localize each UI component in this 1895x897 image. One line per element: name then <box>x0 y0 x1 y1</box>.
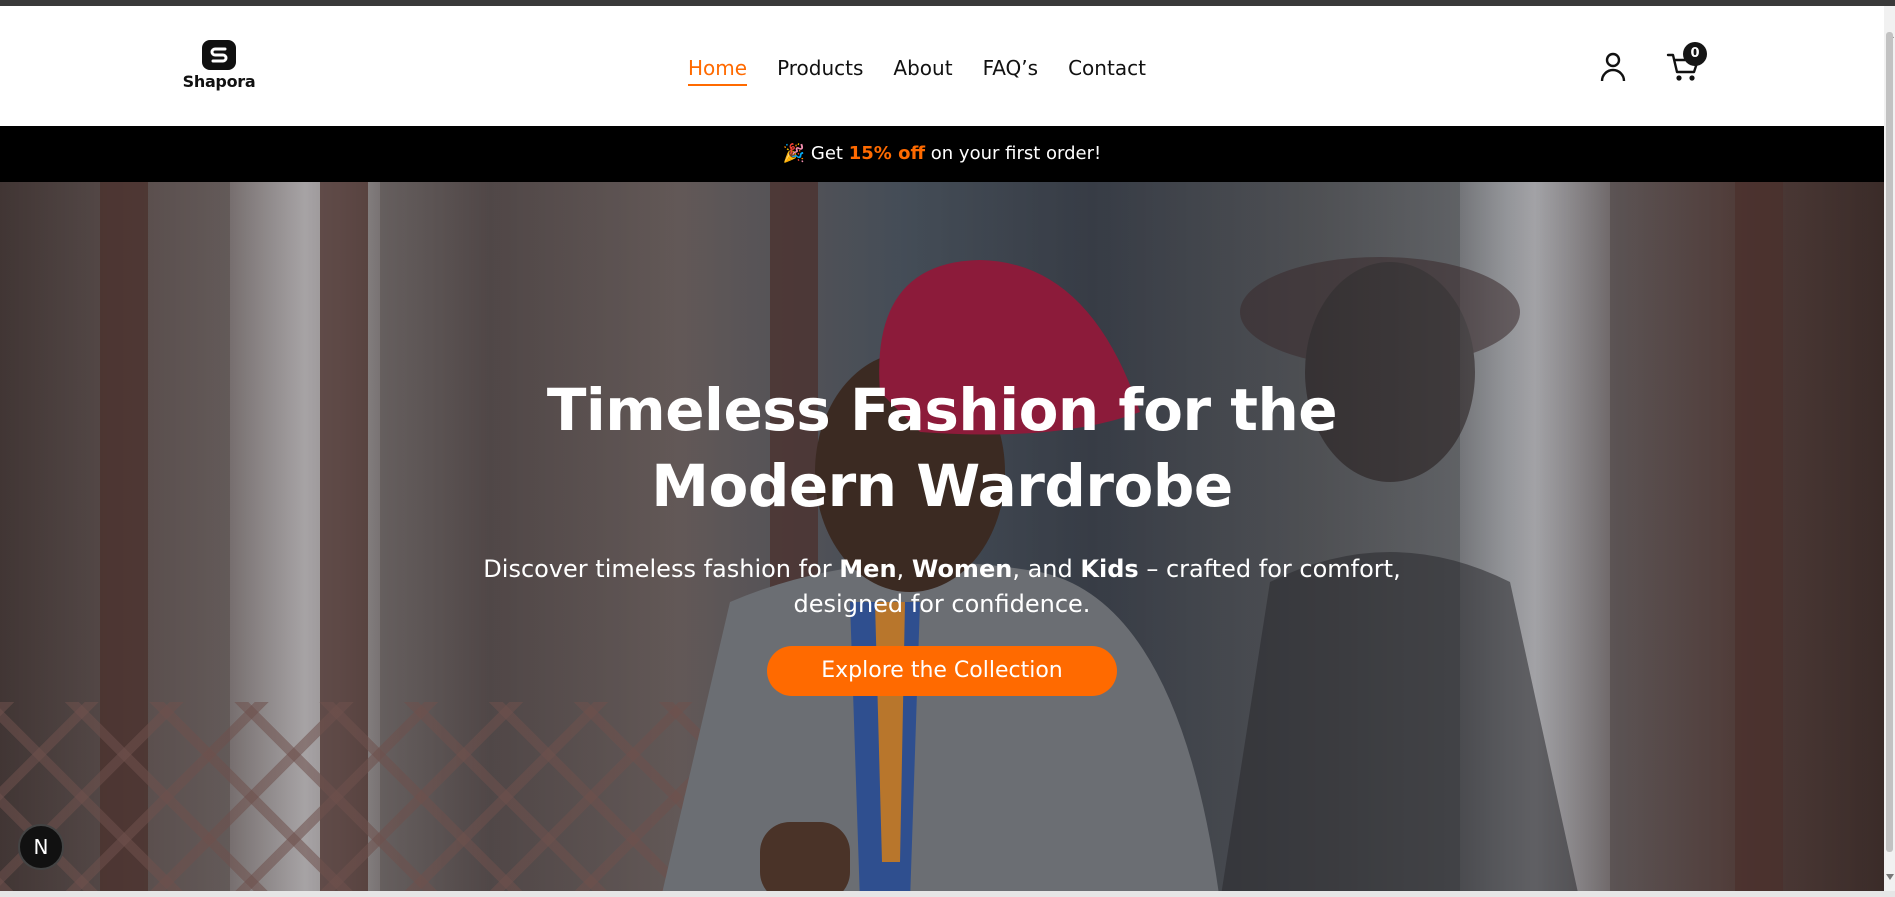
brand-name: Shapora <box>182 72 256 91</box>
cart-count-badge: 0 <box>1683 42 1707 66</box>
nav-item-contact[interactable]: Contact <box>1068 54 1146 88</box>
logo-mark-icon <box>202 40 236 70</box>
hero-sub-sep2: , and <box>1012 555 1073 583</box>
hero-sub-men: Men <box>839 555 897 583</box>
page-scrollbar[interactable] <box>1884 6 1895 891</box>
promo-prefix: Get <box>810 143 843 164</box>
dev-tools-badge[interactable]: N <box>18 824 64 870</box>
promo-highlight: 15% off <box>848 143 926 164</box>
hero-subtitle: Discover timeless fashion for Men, Women… <box>442 552 1442 622</box>
site-header: Shapora Home Products About FAQ’s Contac… <box>0 6 1884 126</box>
nav-item-faqs[interactable]: FAQ’s <box>983 54 1039 88</box>
user-icon <box>1600 52 1626 82</box>
explore-collection-button[interactable]: Explore the Collection <box>767 646 1117 696</box>
nav-item-products[interactable]: Products <box>777 54 863 88</box>
hero-title-line1: Timeless Fashion for the <box>546 376 1338 444</box>
account-button[interactable] <box>1598 50 1628 84</box>
promo-banner: 🎉 Get 15% off on your first order! <box>0 126 1884 182</box>
nav-item-about[interactable]: About <box>893 54 952 88</box>
hero-sub-women: Women <box>911 555 1013 583</box>
hero-content: Timeless Fashion for the Modern Wardrobe… <box>442 372 1442 696</box>
scroll-thumb[interactable] <box>1886 32 1893 852</box>
party-icon: 🎉 <box>782 143 806 164</box>
nav-item-home[interactable]: Home <box>688 54 748 88</box>
hero-bg-post <box>1735 182 1783 891</box>
hero-title-line2: Modern Wardrobe <box>651 452 1233 520</box>
browser-bottom-edge <box>0 891 1895 897</box>
page-viewport: Shapora Home Products About FAQ’s Contac… <box>0 6 1884 891</box>
hero-sub-kids: Kids <box>1080 555 1139 583</box>
promo-suffix: on your first order! <box>930 143 1102 164</box>
hero-sub-sep1: , <box>896 555 905 583</box>
main-nav: Home Products About FAQ’s Contact <box>688 54 1146 90</box>
hero-title: Timeless Fashion for the Modern Wardrobe <box>442 372 1442 524</box>
hero-section: Timeless Fashion for the Modern Wardrobe… <box>0 182 1884 891</box>
hero-sub-prefix: Discover timeless fashion for <box>483 555 832 583</box>
brand-logo[interactable]: Shapora <box>178 40 260 94</box>
scroll-down-arrow-icon[interactable] <box>1886 874 1894 880</box>
